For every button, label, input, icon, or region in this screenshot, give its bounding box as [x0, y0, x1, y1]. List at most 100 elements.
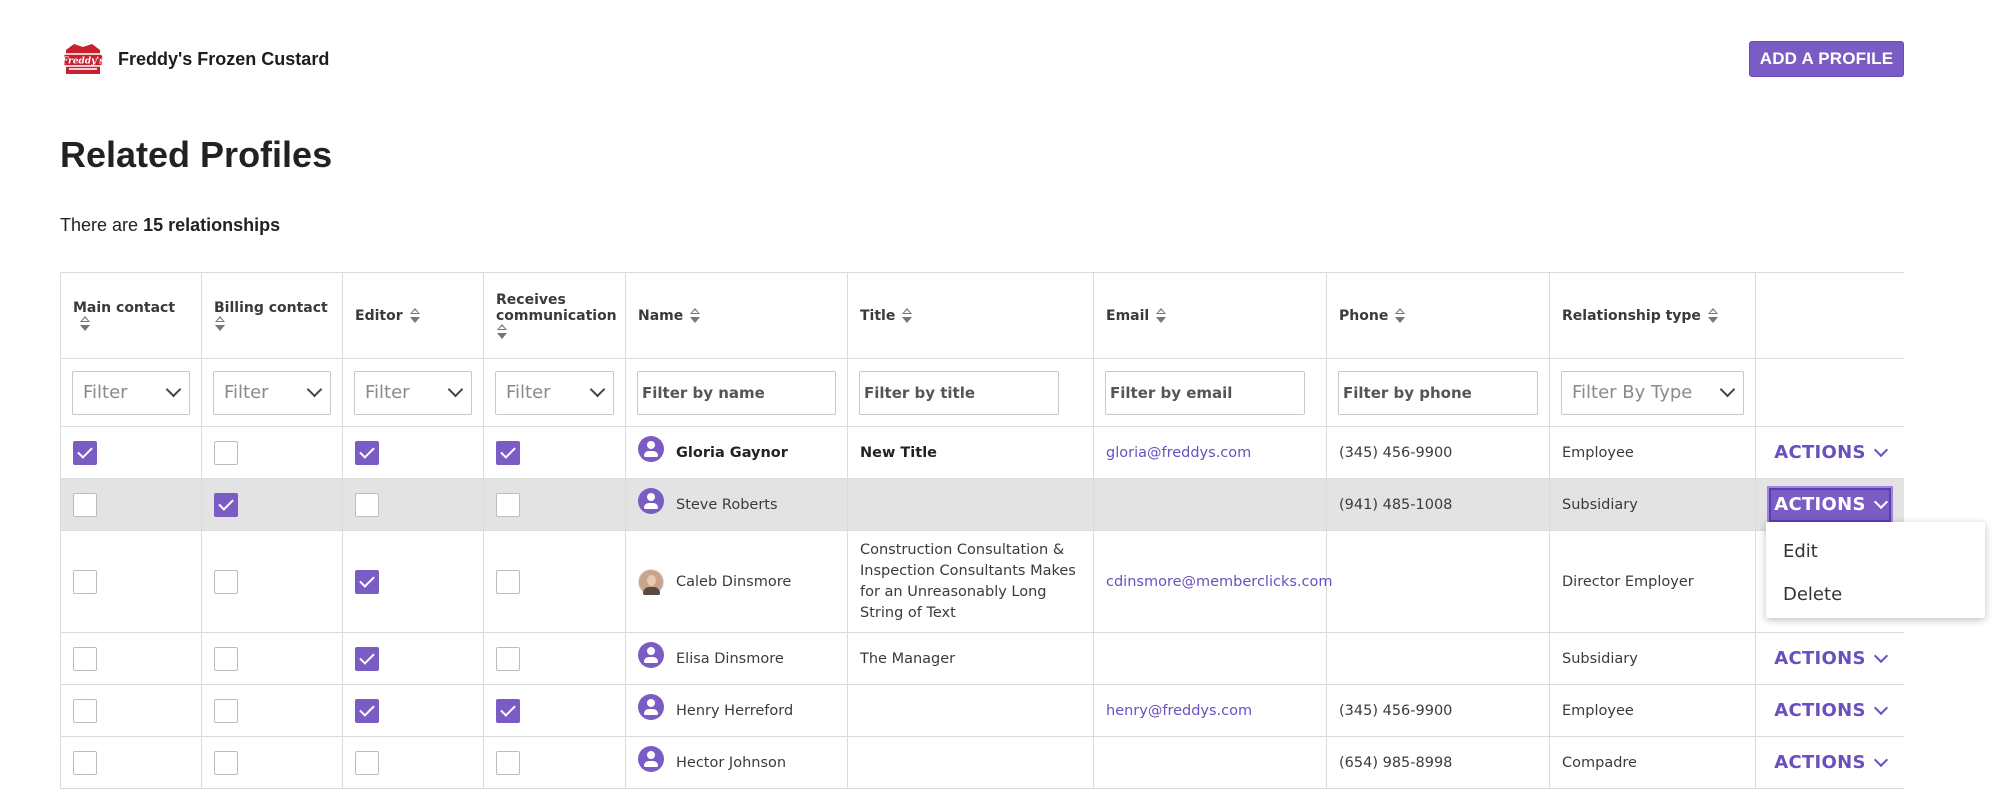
communication-checkbox[interactable]: [496, 750, 520, 775]
main-contact-checkbox[interactable]: [73, 646, 97, 671]
profile-name[interactable]: Hector Johnson: [676, 755, 786, 771]
profile-email: [1093, 632, 1327, 685]
add-profile-button[interactable]: ADD A PROFILE: [1749, 41, 1904, 77]
sort-icon[interactable]: [689, 307, 701, 324]
profile-email[interactable]: henry@freddys.com: [1106, 703, 1252, 719]
actions-button[interactable]: ACTIONS: [1768, 648, 1892, 669]
profile-name[interactable]: Henry Herreford: [676, 703, 793, 719]
communication-checkbox[interactable]: [496, 569, 520, 594]
actions-button[interactable]: ACTIONS: [1768, 442, 1892, 463]
table-row: Hector Johnson (654) 985-8998 Compadre A…: [60, 736, 1904, 789]
communication-checkbox[interactable]: [496, 492, 520, 517]
chevron-down-icon: [1873, 752, 1888, 767]
profile-title: The Manager: [847, 632, 1094, 685]
profile-title: Construction Consultation & Inspection C…: [847, 530, 1094, 633]
communication-filter[interactable]: Filter: [495, 370, 614, 415]
col-title[interactable]: Title: [847, 272, 1094, 359]
editor-checkbox[interactable]: [355, 646, 379, 671]
profiles-table-container: Main contact Billing contact Editor Rece…: [60, 272, 1904, 794]
sort-icon[interactable]: [1394, 307, 1406, 324]
brand[interactable]: Freddy's Freddy's Frozen Custard: [60, 40, 329, 78]
communication-checkbox[interactable]: [496, 698, 520, 723]
delete-menu-item[interactable]: Delete: [1766, 573, 1985, 616]
user-icon: [638, 641, 664, 668]
billing-contact-checkbox[interactable]: [214, 646, 238, 671]
relationship-type: Employee: [1549, 684, 1756, 737]
title-filter-input[interactable]: [859, 370, 1059, 415]
email-filter-input[interactable]: [1105, 370, 1305, 415]
editor-checkbox[interactable]: [355, 492, 379, 517]
profile-name[interactable]: Caleb Dinsmore: [676, 574, 791, 590]
chevron-down-icon: [1873, 494, 1888, 509]
col-name[interactable]: Name: [625, 272, 848, 359]
profile-phone: (345) 456-9900: [1326, 684, 1550, 737]
edit-menu-item[interactable]: Edit: [1766, 530, 1985, 573]
main-contact-filter[interactable]: Filter: [72, 370, 190, 415]
col-email[interactable]: Email: [1093, 272, 1327, 359]
profile-title: New Title: [860, 444, 938, 461]
type-filter[interactable]: Filter By Type: [1561, 370, 1744, 415]
communication-checkbox[interactable]: [496, 440, 520, 465]
logo-text: Freddy's: [61, 57, 104, 67]
col-relationship-type[interactable]: Relationship type: [1549, 272, 1756, 359]
col-receives-communication[interactable]: Receives communication: [483, 272, 626, 359]
main-contact-checkbox[interactable]: [73, 569, 97, 594]
relationship-count: 15 relationships: [143, 215, 281, 235]
profile-photo: [638, 568, 664, 595]
sort-icon[interactable]: [79, 315, 91, 332]
sort-icon[interactable]: [496, 323, 508, 340]
summary-prefix: There are: [60, 215, 139, 235]
communication-checkbox[interactable]: [496, 646, 520, 671]
billing-contact-checkbox[interactable]: [214, 698, 238, 723]
profile-phone: (941) 485-1008: [1326, 478, 1550, 531]
billing-contact-checkbox[interactable]: [214, 440, 238, 465]
chevron-down-icon: [1873, 700, 1888, 715]
table-row: Gloria Gaynor New Title gloria@freddys.c…: [60, 426, 1904, 479]
profile-email[interactable]: gloria@freddys.com: [1106, 445, 1251, 461]
main-contact-checkbox[interactable]: [73, 698, 97, 723]
billing-contact-checkbox[interactable]: [214, 750, 238, 775]
sort-icon[interactable]: [1155, 307, 1167, 324]
editor-checkbox[interactable]: [355, 569, 379, 594]
editor-filter[interactable]: Filter: [354, 370, 472, 415]
profile-phone: [1326, 530, 1550, 633]
profile-name[interactable]: Steve Roberts: [676, 497, 778, 513]
user-icon: [638, 745, 664, 772]
col-editor[interactable]: Editor: [342, 272, 484, 359]
phone-filter-input[interactable]: [1338, 370, 1538, 415]
sort-icon[interactable]: [214, 315, 226, 332]
actions-dropdown-menu: Edit Delete: [1766, 522, 1985, 618]
editor-checkbox[interactable]: [355, 698, 379, 723]
profile-name[interactable]: Gloria Gaynor: [676, 445, 788, 461]
sort-icon[interactable]: [1707, 307, 1719, 324]
actions-button[interactable]: ACTIONS: [1768, 752, 1892, 773]
relationship-type: Employee: [1549, 426, 1756, 479]
main-contact-checkbox[interactable]: [73, 492, 97, 517]
sort-icon[interactable]: [901, 307, 913, 324]
relationship-type: Director Employer: [1549, 530, 1756, 633]
actions-button[interactable]: ACTIONS: [1769, 487, 1891, 522]
name-filter-input[interactable]: [637, 370, 836, 415]
actions-button[interactable]: ACTIONS: [1768, 700, 1892, 721]
profile-name[interactable]: Elisa Dinsmore: [676, 651, 784, 667]
editor-checkbox[interactable]: [355, 750, 379, 775]
page-title: Related Profiles: [60, 134, 333, 175]
col-phone[interactable]: Phone: [1326, 272, 1550, 359]
col-main-contact[interactable]: Main contact: [60, 272, 202, 359]
profile-phone: (654) 985-8998: [1326, 736, 1550, 789]
profile-email[interactable]: cdinsmore@memberclicks.com: [1106, 574, 1332, 590]
col-actions: [1755, 272, 1904, 359]
sort-icon[interactable]: [409, 307, 421, 324]
main-contact-checkbox[interactable]: [73, 440, 97, 465]
main-contact-checkbox[interactable]: [73, 750, 97, 775]
chevron-down-icon: [589, 381, 606, 398]
user-icon: [638, 487, 664, 514]
col-billing-contact[interactable]: Billing contact: [201, 272, 343, 359]
editor-checkbox[interactable]: [355, 440, 379, 465]
profiles-table: Main contact Billing contact Editor Rece…: [60, 272, 1904, 789]
freddys-logo: Freddy's: [61, 44, 104, 74]
billing-contact-checkbox[interactable]: [214, 492, 238, 517]
table-row: Elisa Dinsmore The Manager Subsidiary AC…: [60, 632, 1904, 685]
billing-contact-filter[interactable]: Filter: [213, 370, 331, 415]
billing-contact-checkbox[interactable]: [214, 569, 238, 594]
